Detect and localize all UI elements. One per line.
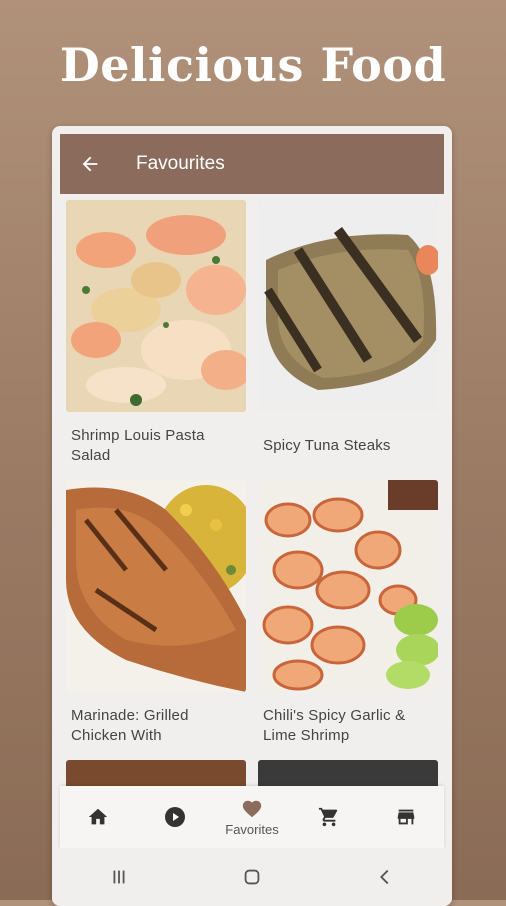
nav-cart[interactable] [294, 786, 364, 848]
recipe-card[interactable]: Spicy Tuna Steaks [258, 200, 438, 470]
nav-store[interactable] [371, 786, 441, 848]
recipe-card[interactable]: Shrimp Louis Pasta Salad [66, 200, 246, 470]
nav-videos[interactable] [140, 786, 210, 848]
nav-favorites-label: Favorites [225, 821, 279, 837]
play-circle-icon [165, 807, 186, 827]
store-icon [397, 809, 414, 825]
recipe-image [258, 480, 438, 692]
headline: Delicious Food [59, 38, 447, 92]
back-arrow-icon [82, 156, 98, 172]
recipe-card[interactable]: Marinade: Grilled Chicken With [66, 480, 246, 750]
recipe-card[interactable]: Chili's Spicy Garlic & Lime Shrimp [258, 480, 438, 750]
bottom-navigation: Favorites [60, 786, 444, 848]
cart-icon [318, 807, 337, 827]
recipe-image [66, 200, 246, 412]
back-chevron-icon[interactable] [374, 866, 396, 888]
system-navigation-bar [52, 848, 452, 906]
back-button[interactable] [60, 134, 120, 194]
home-circle-icon[interactable] [241, 866, 263, 888]
nav-favorites[interactable]: Favorites [217, 786, 287, 848]
recipe-title: Spicy Tuna Steaks [263, 437, 391, 454]
recipe-title: Shrimp Louis Pasta Salad [71, 427, 205, 464]
app-bar: Favourites [60, 134, 444, 194]
nav-home[interactable] [63, 786, 133, 848]
recipe-title: Chili's Spicy Garlic & Lime Shrimp [263, 707, 406, 744]
recipe-image [258, 200, 438, 412]
phone-screen: Favourites Shrimp Louis Pasta Salad Spic… [52, 126, 452, 906]
home-icon [89, 808, 108, 825]
recipe-image [66, 480, 246, 692]
heart-icon [242, 800, 262, 817]
recents-icon[interactable] [108, 866, 130, 888]
page-title: Favourites [136, 153, 225, 174]
recipe-title: Marinade: Grilled Chicken With [71, 707, 189, 744]
